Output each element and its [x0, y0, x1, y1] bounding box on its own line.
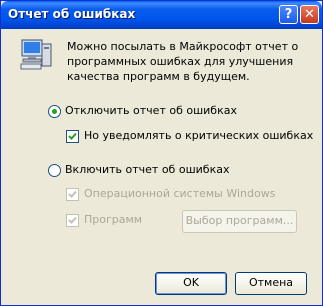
checkmark-icon — [68, 132, 77, 140]
notify-critical-label[interactable]: Но уведомлять о критических ошибках — [84, 129, 313, 142]
computer-icon — [20, 39, 52, 70]
dialog-body: Можно посылать в Майкрософт отчет о прог… — [4, 29, 319, 302]
programs-errors-label[interactable]: Программ — [84, 213, 142, 226]
ok-button[interactable]: OK — [155, 272, 227, 295]
programs-errors-checkbox[interactable] — [66, 214, 79, 227]
disable-reporting-radio[interactable] — [48, 105, 61, 118]
cancel-button[interactable]: Отмена — [235, 272, 307, 295]
disable-reporting-label[interactable]: Отключить отчет об ошибках — [65, 104, 237, 117]
title-bar[interactable]: Отчет об ошибках ? ✕ — [1, 1, 322, 29]
close-button[interactable]: ✕ — [300, 5, 319, 24]
enable-reporting-label[interactable]: Включить отчет об ошибках — [65, 163, 229, 176]
choose-programs-button[interactable]: Выбор программ... — [182, 210, 297, 233]
notify-critical-checkbox[interactable] — [66, 130, 79, 143]
help-button[interactable]: ? — [279, 5, 298, 24]
window-title: Отчет об ошибках — [8, 7, 136, 21]
checkmark-icon — [68, 190, 77, 198]
error-reporting-dialog: Отчет об ошибках ? ✕ Можно посылать в Ма… — [0, 0, 323, 306]
enable-reporting-radio[interactable] — [48, 164, 61, 177]
os-errors-checkbox[interactable] — [66, 188, 79, 201]
checkmark-icon — [68, 216, 77, 224]
os-errors-label[interactable]: Операционной системы Windows — [84, 187, 275, 200]
info-text: Можно посылать в Майкрософт отчет о прог… — [67, 40, 299, 83]
